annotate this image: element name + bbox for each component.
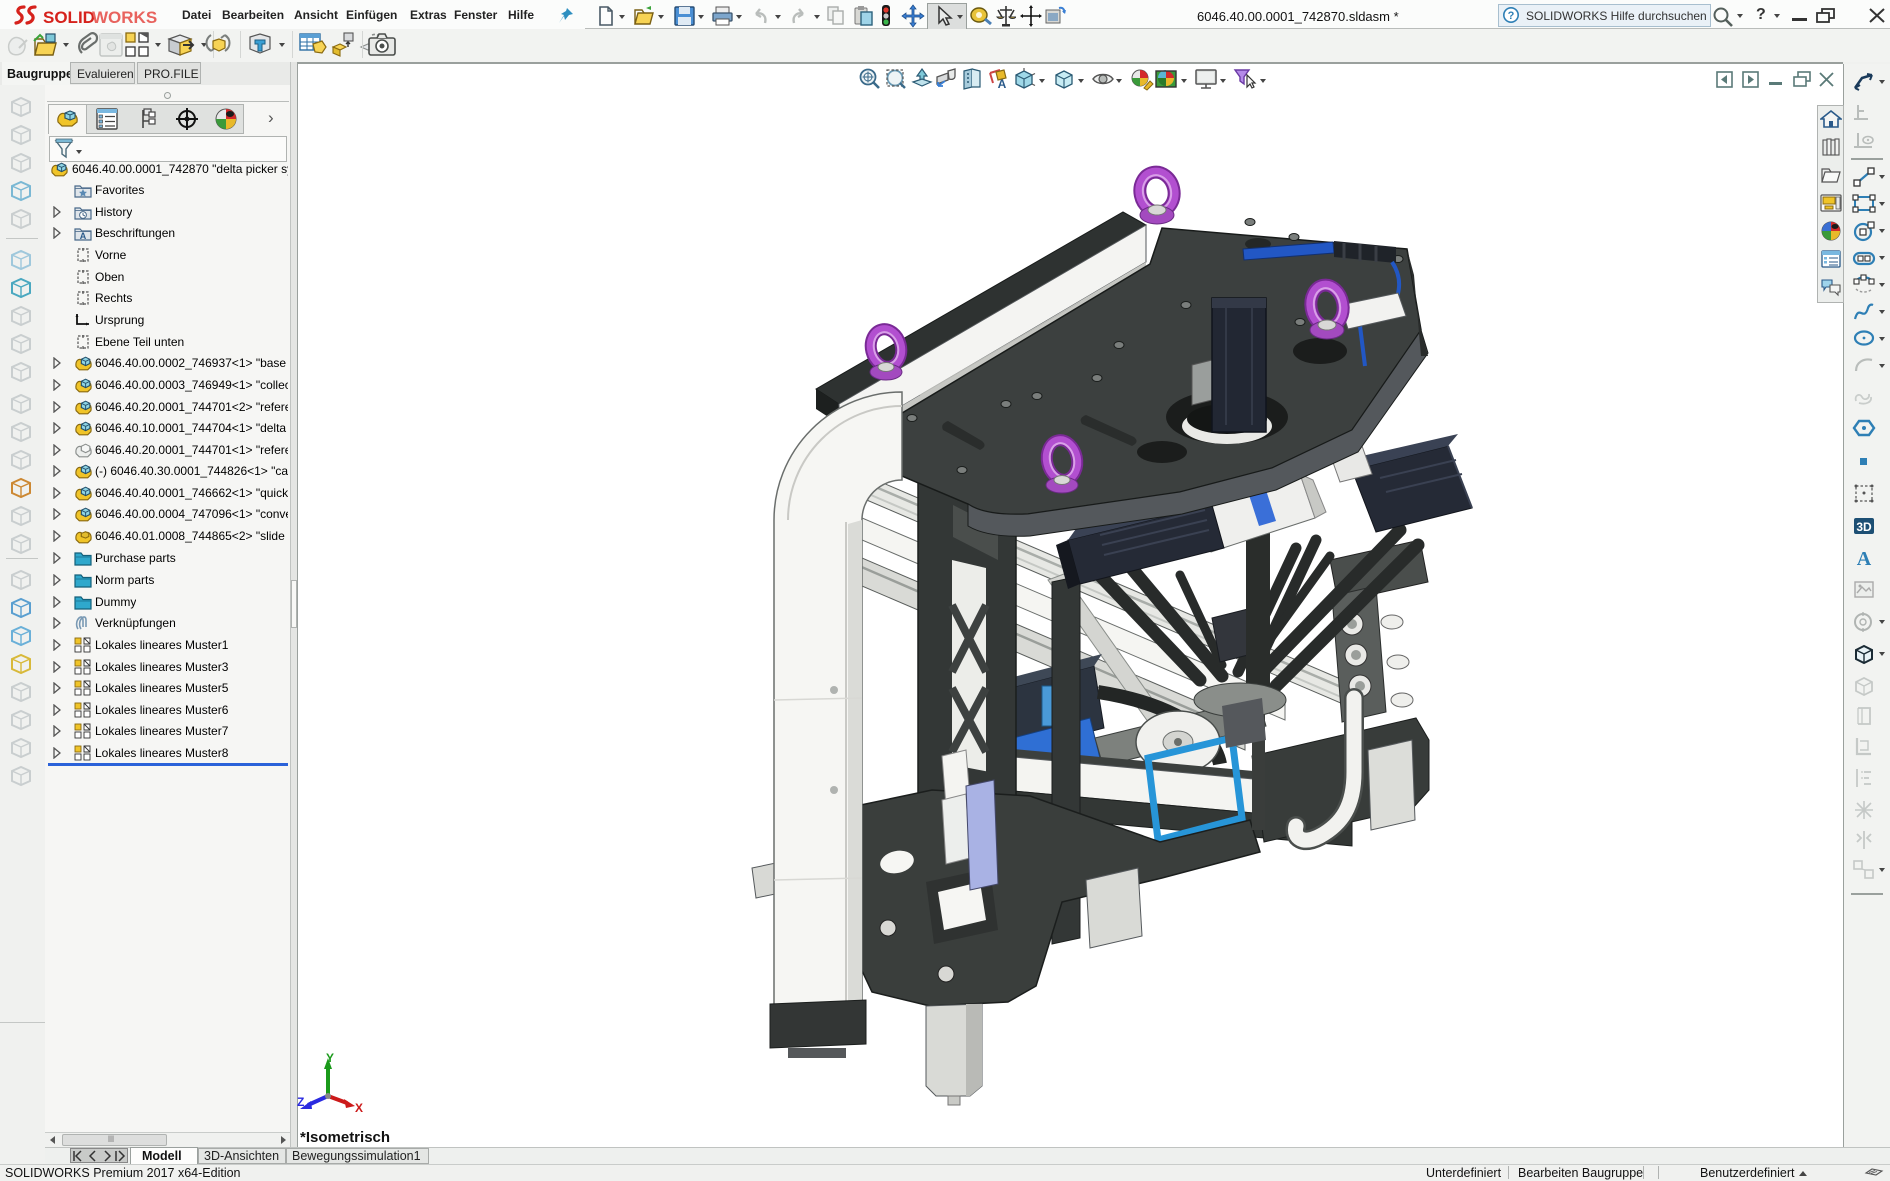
svg-text:Z: Z [297, 1095, 304, 1109]
svg-text:WORKS: WORKS [92, 8, 157, 27]
svg-text:X: X [355, 1101, 363, 1115]
svg-text:A: A [80, 231, 87, 241]
svg-text:?: ? [1508, 10, 1515, 22]
svg-text:3D: 3D [1856, 520, 1872, 534]
svg-text:A: A [1857, 548, 1872, 570]
svg-text:SOLID: SOLID [43, 8, 95, 27]
svg-text:Y: Y [326, 1051, 334, 1065]
svg-text:A: A [998, 77, 1007, 91]
